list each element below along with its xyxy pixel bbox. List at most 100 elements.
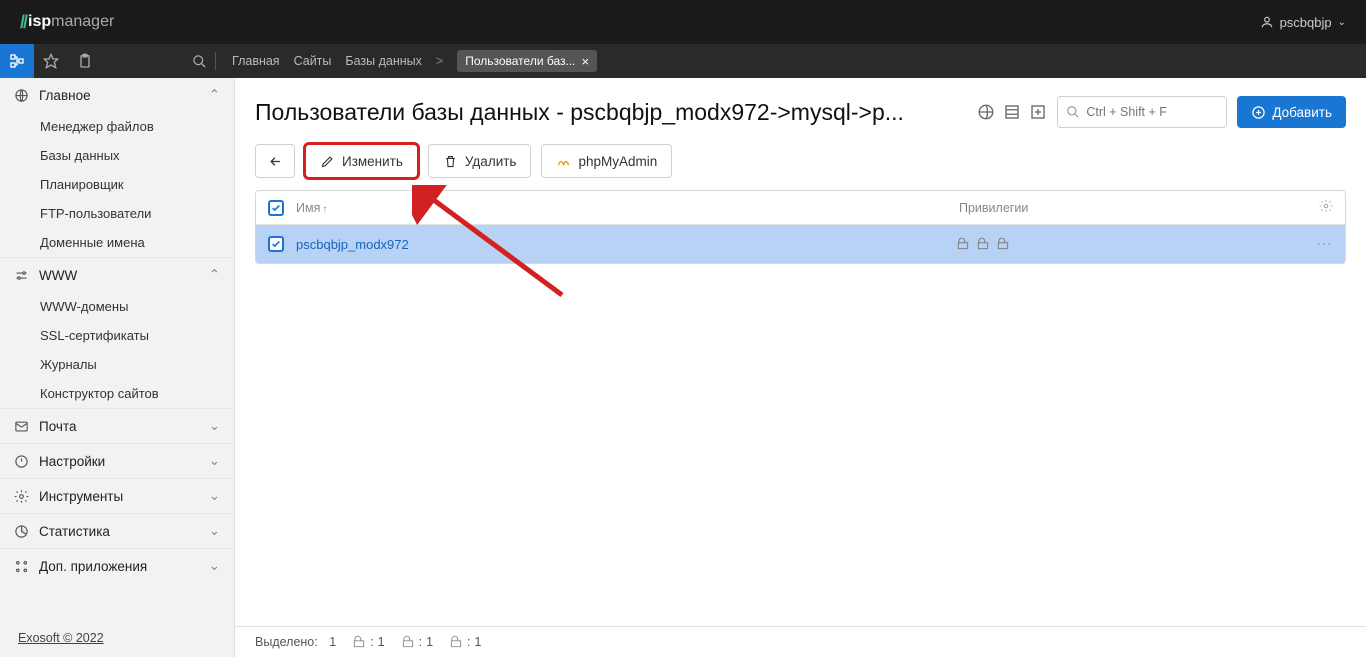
privilege-icon xyxy=(996,237,1010,251)
status-count-2: :1 xyxy=(401,635,433,649)
phpmyadmin-button-label: phpMyAdmin xyxy=(578,154,657,169)
breadcrumb-active-tab[interactable]: Пользователи баз... × xyxy=(457,50,597,72)
sidebar-head-stats[interactable]: Статистика ⌄ xyxy=(0,514,234,548)
sidebar-label: Главное xyxy=(39,88,91,103)
pencil-icon xyxy=(320,154,335,169)
sort-ascending-icon: ↑ xyxy=(322,204,327,215)
sidebar-item-ftpusers[interactable]: FTP-пользователи xyxy=(0,199,234,228)
column-header-name[interactable]: Имя↑ xyxy=(296,201,959,215)
sidebar-head-apps[interactable]: Доп. приложения ⌄ xyxy=(0,549,234,583)
lock-icon xyxy=(352,635,366,649)
nav-search-zone xyxy=(192,52,224,70)
check-icon xyxy=(271,239,281,249)
row-checkbox[interactable] xyxy=(268,236,284,252)
tree-icon xyxy=(9,53,25,69)
sidebar-head-mail[interactable]: Почта ⌄ xyxy=(0,409,234,443)
edit-button[interactable]: Изменить xyxy=(305,144,418,178)
sidebar-item-databases[interactable]: Базы данных xyxy=(0,141,234,170)
sidebar-label: WWW xyxy=(39,268,77,283)
chevron-down-icon: ⌄ xyxy=(209,453,220,469)
sidebar-item-scheduler[interactable]: Планировщик xyxy=(0,170,234,199)
sidebar-head-main[interactable]: Главное ⌃ xyxy=(0,78,234,112)
export-action-icon[interactable] xyxy=(1029,103,1047,121)
select-all-checkbox[interactable] xyxy=(268,200,284,216)
status-bar: Выделено: 1 :1 :1 :1 xyxy=(235,626,1366,657)
page-header-icons xyxy=(977,103,1047,121)
breadcrumbs: Главная Сайты Базы данных > Пользователи… xyxy=(232,50,597,72)
nav-divider xyxy=(215,52,216,70)
breadcrumb-home[interactable]: Главная xyxy=(232,54,280,68)
apps-icon xyxy=(14,559,29,574)
breadcrumb-tab-label: Пользователи баз... xyxy=(465,54,575,68)
sidebar-label: Почта xyxy=(39,419,77,434)
search-icon[interactable] xyxy=(192,54,207,69)
table-wrap: Имя↑ Привилегии pscbqbjp_modx972 ⋯ xyxy=(235,190,1366,626)
nav-clipboard-button[interactable] xyxy=(68,44,102,78)
sidebar-item-logs[interactable]: Журналы xyxy=(0,350,234,379)
table-header: Имя↑ Привилегии xyxy=(256,191,1345,225)
user-icon xyxy=(1260,15,1274,29)
add-button[interactable]: Добавить xyxy=(1237,96,1346,128)
delete-button[interactable]: Удалить xyxy=(428,144,532,178)
breadcrumb-separator: > xyxy=(436,54,443,68)
lock-icon xyxy=(449,635,463,649)
page-header: Пользователи базы данных - pscbqbjp_modx… xyxy=(235,78,1366,138)
sidebar-label: Инструменты xyxy=(39,489,123,504)
sidebar-item-ssl[interactable]: SSL-сертификаты xyxy=(0,321,234,350)
search-input[interactable] xyxy=(1086,105,1218,119)
search-box[interactable] xyxy=(1057,96,1227,128)
sidebar-footer-link[interactable]: Exosoft © 2022 xyxy=(0,619,234,657)
data-table: Имя↑ Привилегии pscbqbjp_modx972 ⋯ xyxy=(255,190,1346,264)
top-header: // ispmanager pscbqbjp ⌄ xyxy=(0,0,1366,44)
sidebar-head-settings[interactable]: Настройки ⌄ xyxy=(0,444,234,478)
sidebar-item-wwwdomains[interactable]: WWW-домены xyxy=(0,292,234,321)
check-icon xyxy=(271,203,281,213)
table-row[interactable]: pscbqbjp_modx972 ⋯ xyxy=(256,225,1345,263)
user-menu[interactable]: pscbqbjp ⌄ xyxy=(1260,15,1346,30)
mail-icon xyxy=(14,419,29,434)
sidebar-group-settings: Настройки ⌄ xyxy=(0,443,234,478)
plus-icon xyxy=(1251,105,1266,120)
chevron-down-icon: ⌄ xyxy=(209,558,220,574)
phpmyadmin-icon xyxy=(556,154,571,169)
sidebar-head-www[interactable]: WWW ⌃ xyxy=(0,258,234,292)
row-menu-icon[interactable]: ⋯ xyxy=(1316,234,1333,254)
phpmyadmin-button[interactable]: phpMyAdmin xyxy=(541,144,672,178)
sidebar-group-stats: Статистика ⌄ xyxy=(0,513,234,548)
globe-action-icon[interactable] xyxy=(977,103,995,121)
user-name: pscbqbjp xyxy=(1280,15,1332,30)
toolbar: Изменить Удалить phpMyAdmin xyxy=(235,138,1366,190)
status-count-1: :1 xyxy=(352,635,384,649)
breadcrumb-sites[interactable]: Сайты xyxy=(294,54,332,68)
sidebar-head-tools[interactable]: Инструменты ⌄ xyxy=(0,479,234,513)
table-settings-icon[interactable] xyxy=(1319,199,1333,216)
sidebar-label: Настройки xyxy=(39,454,105,469)
sidebar-item-filemanager[interactable]: Менеджер файлов xyxy=(0,112,234,141)
sidebar-item-sitebuilder[interactable]: Конструктор сайтов xyxy=(0,379,234,408)
back-button[interactable] xyxy=(255,144,295,178)
arrow-left-icon xyxy=(268,154,283,169)
sidebar-item-domains[interactable]: Доменные имена xyxy=(0,228,234,257)
column-header-privileges[interactable]: Привилегии xyxy=(959,201,1319,215)
sidebar-label: Статистика xyxy=(39,524,110,539)
edit-button-label: Изменить xyxy=(342,154,403,169)
row-privileges xyxy=(956,237,1316,251)
chevron-down-icon: ⌄ xyxy=(209,418,220,434)
delete-button-label: Удалить xyxy=(465,154,517,169)
star-icon xyxy=(43,53,59,69)
privilege-icon xyxy=(976,237,990,251)
nav-tree-button[interactable] xyxy=(0,44,34,78)
logo-slashes-icon: // xyxy=(20,12,26,33)
pie-icon xyxy=(14,524,29,539)
close-icon[interactable]: × xyxy=(582,55,590,68)
add-button-label: Добавить xyxy=(1272,105,1332,120)
search-icon xyxy=(1066,105,1080,119)
gear-icon xyxy=(14,489,29,504)
row-name[interactable]: pscbqbjp_modx972 xyxy=(296,237,956,252)
list-action-icon[interactable] xyxy=(1003,103,1021,121)
chevron-down-icon: ⌄ xyxy=(209,523,220,539)
breadcrumb-db[interactable]: Базы данных xyxy=(345,54,422,68)
chevron-up-icon: ⌃ xyxy=(209,87,220,103)
nav-favorites-button[interactable] xyxy=(34,44,68,78)
shell: Главное ⌃ Менеджер файлов Базы данных Пл… xyxy=(0,78,1366,657)
